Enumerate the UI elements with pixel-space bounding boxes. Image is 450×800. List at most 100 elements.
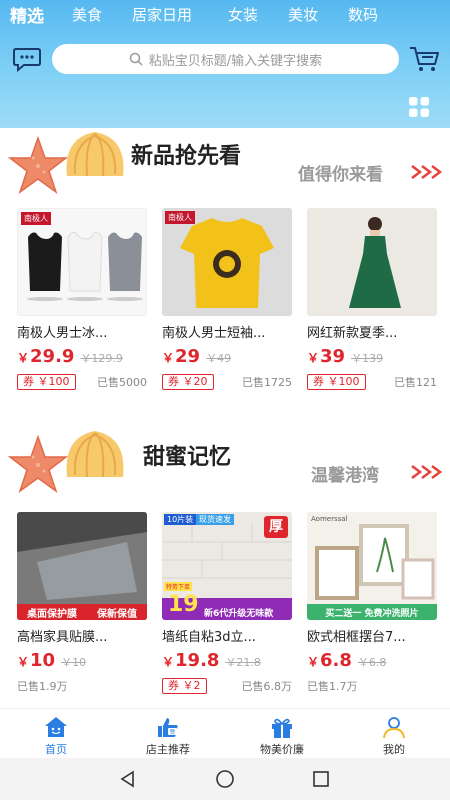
image-caption: 保新保值 [97, 608, 137, 620]
thumbs-up-icon: 赞 [158, 718, 178, 737]
tab-label: 我的 [383, 743, 405, 756]
image-tag: 特势下单 [164, 582, 193, 591]
section-subtitle: 温馨港湾 [311, 466, 379, 486]
search-input[interactable]: 粘贴宝贝标题/输入关键字搜索 [52, 44, 399, 74]
user-icon [383, 717, 405, 739]
tab-home[interactable]: 首页 [6, 709, 106, 759]
product-image: 南极人 [162, 208, 292, 316]
product-name: 网红新款夏季... [307, 326, 398, 341]
product-card[interactable]: 南极人 南极人男士短袖... ￥ 29 ￥49 券 ￥20 已售1725 [162, 208, 292, 391]
sold-count: 已售6.8万 [241, 680, 293, 693]
original-price: ￥6.8 [357, 656, 387, 669]
image-tag: 现货速发 [196, 514, 234, 525]
sold-count: 已售121 [394, 376, 437, 389]
product-name: 南极人男士短袖... [162, 326, 266, 341]
green-dress-photo [307, 208, 437, 316]
tab-label: 首页 [45, 743, 67, 756]
product-image: 南极人 [17, 208, 147, 316]
header: 粘贴宝贝标题/输入关键字搜索 精选 美食 居家日用 女装 美妆 数码 [0, 0, 450, 128]
original-price: ￥10 [61, 656, 87, 669]
recents-icon[interactable] [311, 769, 331, 789]
shell-starfish-decoration [7, 431, 124, 493]
photo-frames-photo [307, 512, 437, 620]
currency-symbol: ￥ [17, 655, 30, 669]
brand-tag: 南极人 [21, 212, 51, 225]
section-banner-sweet[interactable]: 甜蜜记忆 温馨港湾 [0, 425, 450, 505]
image-price: 19 [168, 592, 199, 617]
original-price: ￥129.9 [80, 352, 123, 365]
product-card[interactable]: 网红新款夏季... ￥ 39 ￥139 券 ￥100 已售121 [307, 208, 437, 391]
original-price: ￥21.8 [225, 656, 261, 669]
yellow-tshirt-photo [162, 208, 292, 316]
home-icon [45, 717, 67, 737]
original-price: ￥139 [351, 352, 384, 365]
image-tag: 厚 [264, 516, 288, 538]
tab-value[interactable]: 物美价廉 [232, 709, 332, 759]
home-button-icon[interactable] [215, 769, 235, 789]
system-navigation-bar [0, 758, 450, 800]
coupon-badge[interactable]: 券 ￥20 [162, 374, 214, 390]
brand-tag: 南极人 [165, 211, 195, 224]
category-tab-digital[interactable]: 数码 [348, 4, 378, 25]
section-subtitle: 值得你来看 [298, 165, 383, 185]
currency-symbol: ￥ [307, 655, 320, 669]
image-caption: 桌面保护膜 [27, 608, 77, 620]
product-card[interactable]: 10片装 现货速发 厚 特势下单 19 新6代升级无味款 墙纸自粘3d立... … [162, 512, 292, 695]
bottom-tab-bar: 首页 赞 店主推荐 物美价廉 我的 [0, 708, 450, 758]
product-image: 10片装 现货速发 厚 特势下单 19 新6代升级无味款 [162, 512, 292, 620]
product-price: 10 [30, 650, 56, 671]
product-card[interactable]: 南极人 南极人男士冰... ￥ 29.9 ￥129.9 券 ￥100 已售500… [17, 208, 147, 391]
original-price: ￥49 [206, 352, 232, 365]
product-name: 南极人男士冰... [17, 326, 108, 341]
chevrons-right-icon [411, 165, 443, 179]
coupon-badge[interactable]: 券 ￥100 [17, 374, 76, 390]
product-name: 高档家具贴膜... [17, 630, 108, 645]
category-tab-featured[interactable]: 精选 [10, 2, 44, 27]
currency-symbol: ￥ [162, 351, 175, 365]
product-image [307, 208, 437, 316]
grid-menu-icon[interactable] [408, 96, 430, 118]
section-banner-new[interactable]: 新品抢先看 值得你来看 [0, 128, 450, 203]
back-icon[interactable] [118, 769, 138, 789]
gift-icon [272, 718, 292, 738]
tab-label: 物美价廉 [260, 743, 304, 756]
tab-label: 店主推荐 [146, 743, 190, 756]
coupon-badge[interactable]: 券 ￥100 [307, 374, 366, 390]
sold-count: 已售1.7万 [307, 680, 358, 693]
product-card[interactable]: 桌面保护膜 保新保值 高档家具贴膜... ￥ 10 ￥10 已售1.9万 [17, 512, 147, 694]
currency-symbol: ￥ [162, 655, 175, 669]
sold-count: 已售5000 [97, 376, 147, 389]
tab-recommend[interactable]: 赞 店主推荐 [118, 709, 218, 759]
category-tab-womens[interactable]: 女装 [228, 4, 258, 25]
sold-count: 已售1725 [242, 376, 292, 389]
section-title: 新品抢先看 [131, 144, 242, 169]
product-name: 欧式相框摆台7... [307, 630, 406, 645]
image-caption: 新6代升级无味款 [204, 609, 274, 619]
thumbs-up-badge: 赞 [170, 728, 176, 736]
product-card[interactable]: Aomerssal 买二送一 免费冲洗照片 欧式相框摆台7... ￥ 6.8 ￥… [307, 512, 437, 694]
chevrons-right-icon [411, 465, 443, 479]
category-tab-beauty[interactable]: 美妆 [288, 4, 318, 25]
brand-label: Aomerssal [311, 515, 348, 523]
product-price: 29.9 [30, 346, 75, 367]
product-name: 墙纸自粘3d立... [162, 630, 256, 645]
shell-starfish-decoration [7, 132, 124, 194]
tank-tops-photo [27, 232, 143, 301]
product-image: 桌面保护膜 保新保值 [17, 512, 147, 620]
coupon-badge[interactable]: 券 ￥2 [162, 678, 207, 694]
product-price: 29 [175, 346, 201, 367]
product-image: Aomerssal 买二送一 免费冲洗照片 [307, 512, 437, 620]
sold-count: 已售1.9万 [17, 680, 68, 693]
image-tag: 10片装 [164, 514, 197, 525]
category-tab-home[interactable]: 居家日用 [132, 4, 192, 25]
category-tab-food[interactable]: 美食 [72, 4, 102, 25]
tab-mine[interactable]: 我的 [344, 709, 444, 759]
image-caption: 买二送一 免费冲洗照片 [325, 609, 419, 619]
product-price: 39 [320, 346, 346, 367]
chat-icon[interactable] [12, 45, 42, 73]
search-icon [129, 52, 143, 66]
cart-icon[interactable] [408, 44, 440, 74]
product-price: 19.8 [175, 650, 220, 671]
product-price: 6.8 [320, 650, 352, 671]
currency-symbol: ￥ [307, 351, 320, 365]
